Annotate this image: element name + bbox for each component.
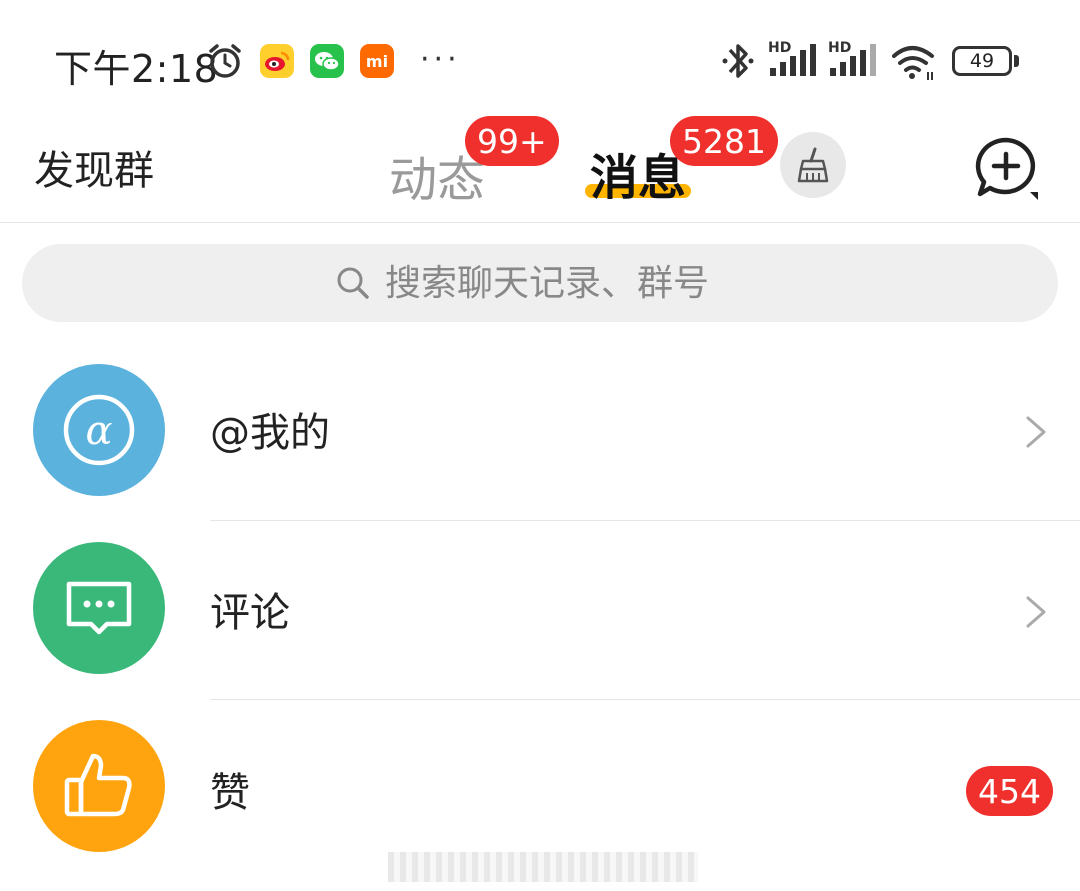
status-time: 下午2:18 — [54, 47, 219, 91]
weibo-icon — [265, 51, 290, 71]
discover-groups-link[interactable]: 发现群 — [34, 138, 154, 196]
likes-label: 赞 — [210, 770, 250, 816]
cell-signal-1: HD — [768, 40, 818, 80]
comments-avatar — [33, 542, 165, 674]
thumbs-up-icon — [64, 753, 132, 817]
top-tab-bar: 发现群 动态 99+ 消息 5281 — [0, 110, 1080, 223]
cell-signal-2: HD — [828, 40, 878, 80]
more-notifications-indicator: ··· — [420, 42, 461, 77]
comment-icon — [66, 581, 132, 635]
signal-bars-icon — [830, 44, 876, 76]
alarm-icon — [209, 44, 241, 78]
add-chat-icon — [975, 137, 1038, 200]
xiaomi-icon-label: mi — [365, 51, 389, 71]
signal-bars-icon — [770, 44, 816, 76]
mentions-label: @我的 — [210, 410, 330, 456]
broom-icon — [797, 147, 829, 183]
battery-tip — [1014, 55, 1019, 67]
battery-percent: 49 — [969, 50, 995, 72]
chevron-right-icon — [1026, 416, 1046, 448]
search-input[interactable] — [385, 262, 745, 304]
list-item-comments[interactable]: 评论 — [0, 522, 1080, 700]
status-bar: 下午2:18 mi ··· HD HD 49 — [0, 0, 1080, 110]
wifi-icon — [892, 46, 934, 80]
comments-label: 评论 — [210, 590, 290, 636]
feed-unread-badge: 99+ — [465, 116, 559, 166]
search-icon — [337, 267, 369, 299]
wechat-icon — [315, 52, 340, 71]
battery-indicator: 49 — [952, 46, 1012, 76]
chevron-right-icon — [1026, 596, 1046, 628]
bluetooth-icon — [722, 44, 754, 78]
search-bar[interactable] — [22, 244, 1058, 322]
add-chat-button[interactable] — [972, 134, 1040, 202]
list-item-mentions[interactable]: α @我的 — [0, 344, 1080, 522]
xiaomi-app-icon: mi — [360, 44, 394, 78]
watermark — [388, 852, 698, 882]
at-icon: α — [63, 394, 135, 466]
divider — [210, 520, 1080, 521]
mentions-avatar: α — [33, 364, 165, 496]
wechat-app-icon — [310, 44, 344, 78]
clear-unread-button[interactable] — [780, 132, 846, 198]
weibo-app-icon — [260, 44, 294, 78]
likes-avatar — [33, 720, 165, 852]
messages-unread-badge: 5281 — [670, 116, 778, 166]
likes-unread-badge: 454 — [966, 766, 1053, 816]
svg-text:α: α — [85, 408, 112, 454]
